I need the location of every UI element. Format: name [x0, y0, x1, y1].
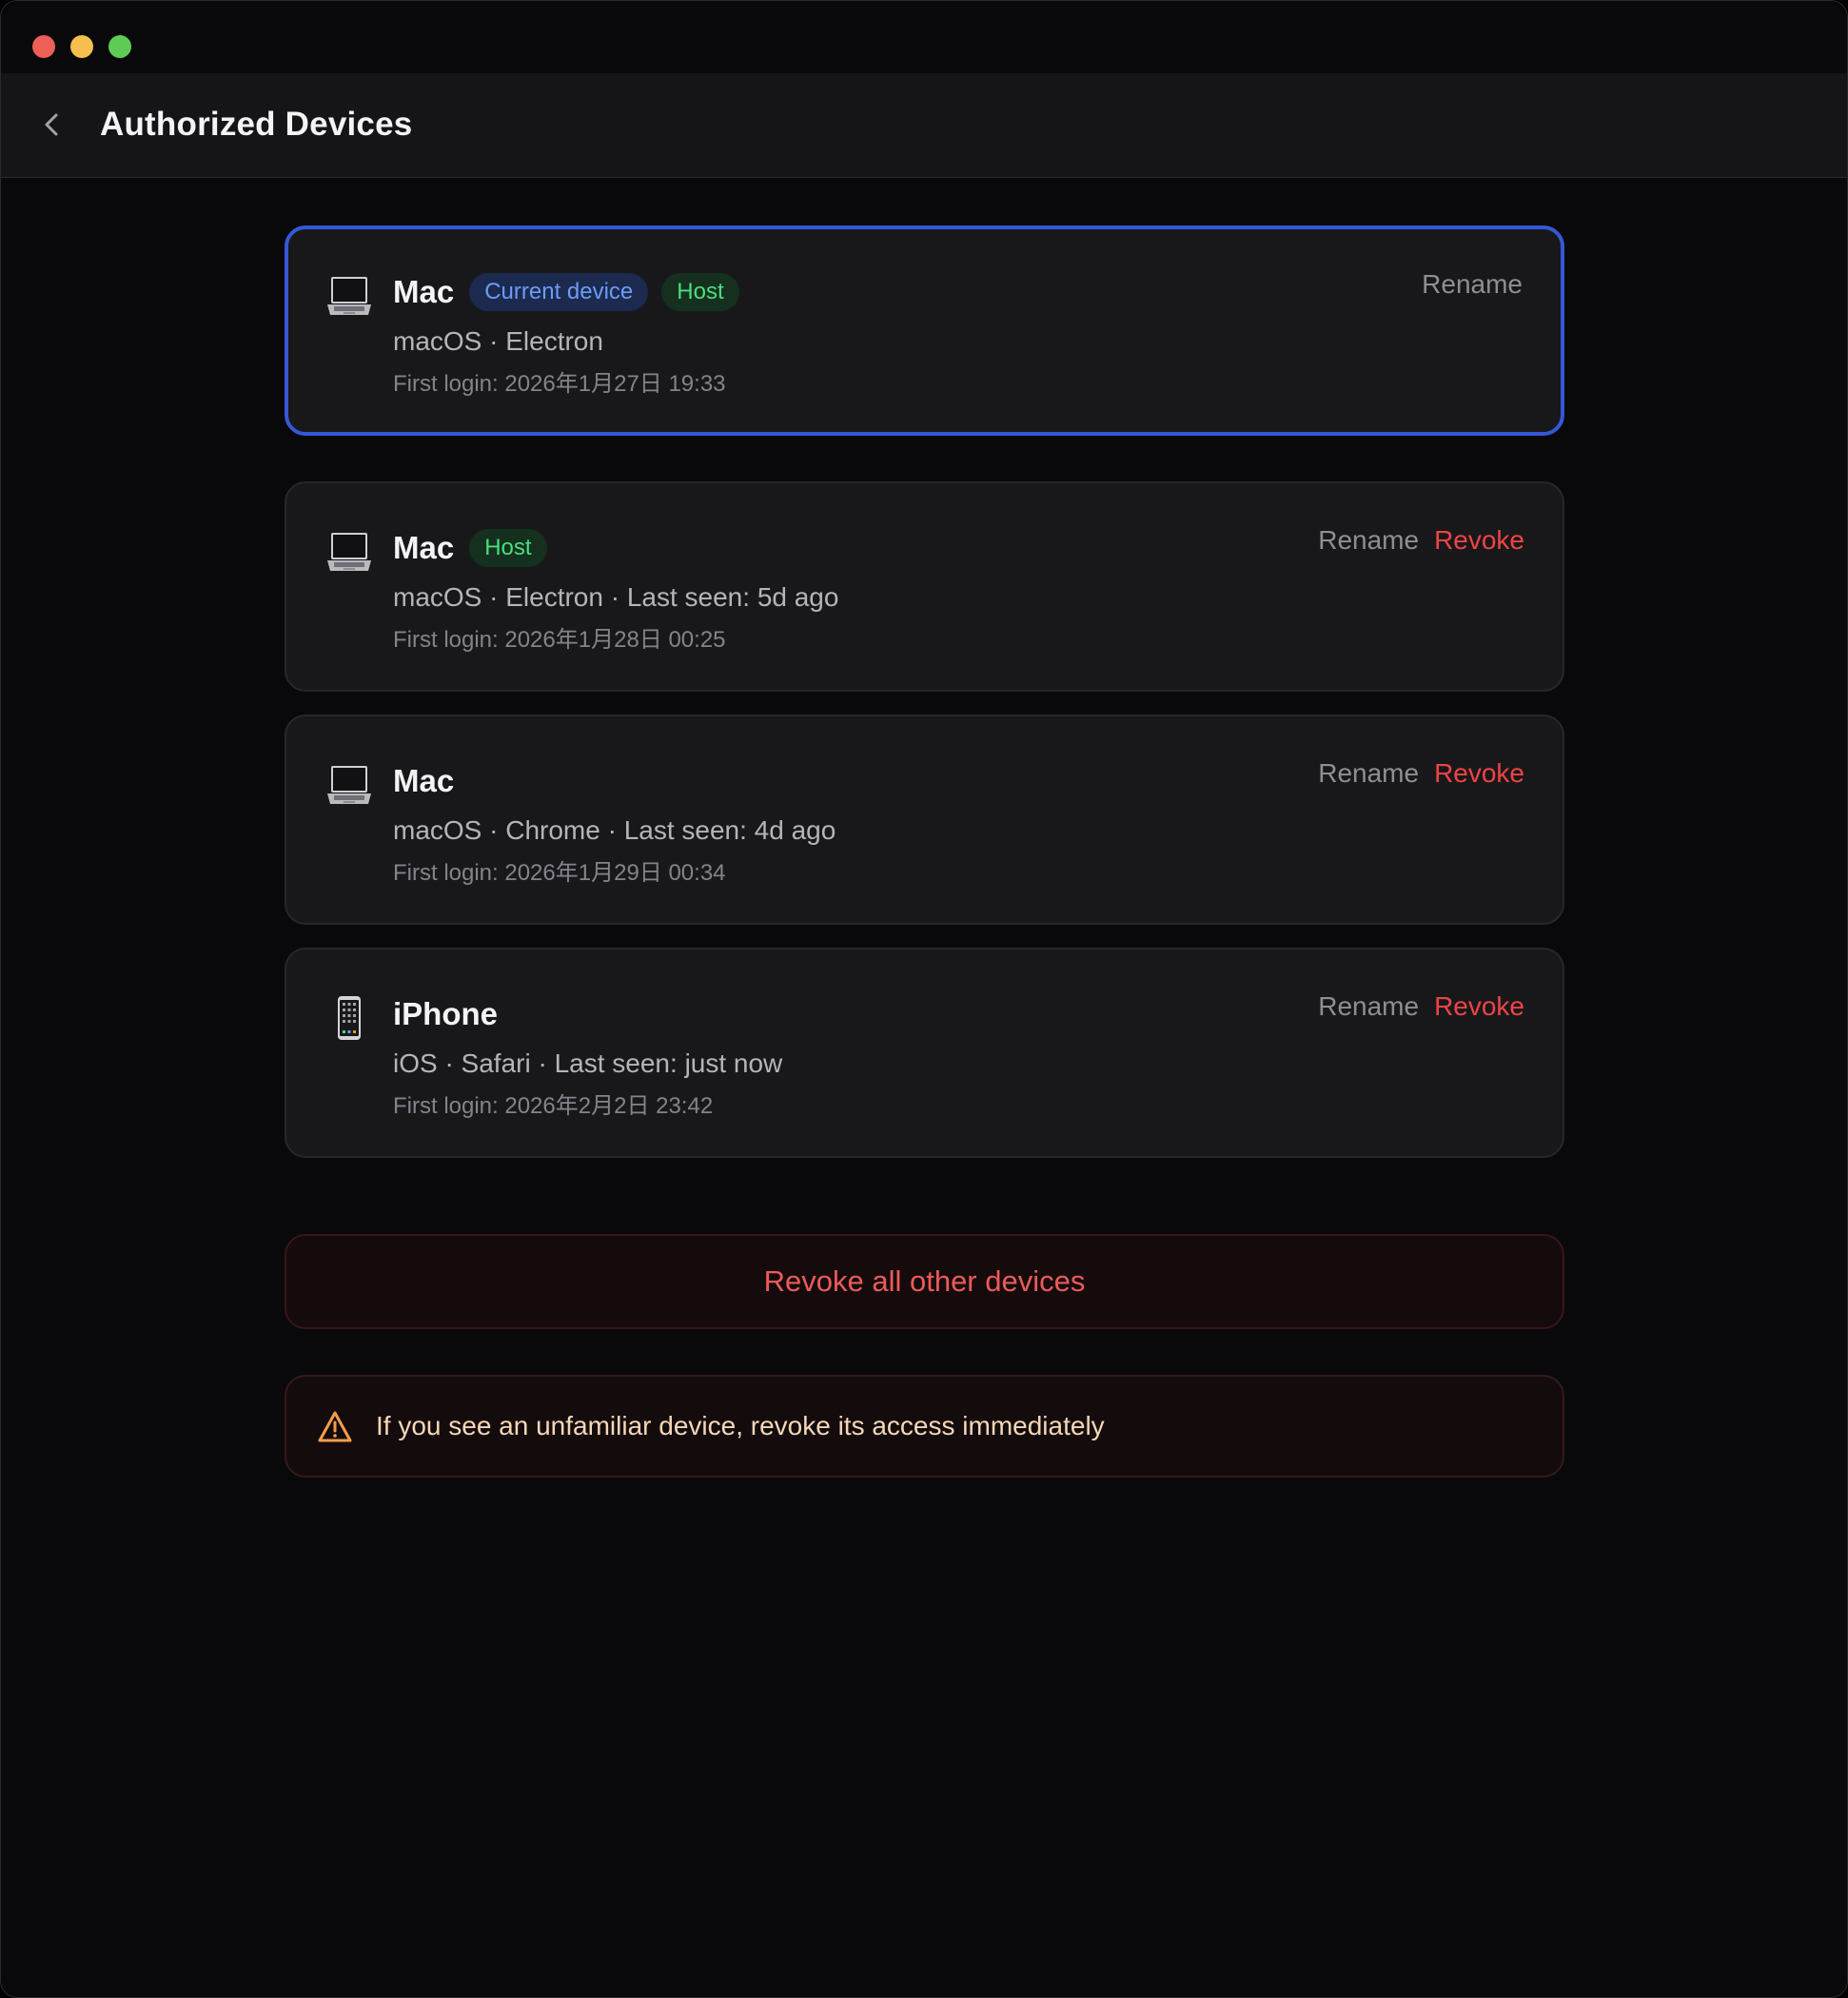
revoke-button[interactable]: Revoke [1434, 988, 1524, 1026]
titlebar [1, 1, 1847, 73]
revoke-all-button[interactable]: Revoke all other devices [285, 1234, 1564, 1329]
device-meta: macOS · Electron [393, 326, 603, 356]
device-meta: iOS · Safari · Last seen: just now [393, 1048, 783, 1078]
current-device-badge: Current device [469, 273, 649, 311]
device-actions: Rename Revoke [1318, 988, 1524, 1026]
minimize-window-button[interactable] [70, 35, 93, 58]
rename-button[interactable]: Rename [1422, 265, 1523, 304]
device-info: Mac Host macOS · Electron · Last seen: 5… [393, 525, 838, 655]
laptop-icon [326, 529, 372, 575]
first-login: First login: 2026年1月28日 00:25 [393, 627, 726, 653]
revoke-button[interactable]: Revoke [1434, 754, 1524, 793]
device-info: Mac Current device Host macOS · Electron… [393, 269, 753, 399]
device-actions: Rename [1422, 265, 1523, 304]
first-login: First login: 2026年1月27日 19:33 [393, 371, 726, 397]
close-window-button[interactable] [32, 35, 55, 58]
chevron-left-icon [45, 113, 58, 136]
device-card: iPhone iOS · Safari · Last seen: just no… [285, 948, 1564, 1158]
device-actions: Rename Revoke [1318, 521, 1524, 559]
page-title: Authorized Devices [100, 106, 413, 143]
device-meta: macOS · Chrome · Last seen: 4d ago [393, 815, 836, 845]
rename-button[interactable]: Rename [1318, 754, 1419, 793]
device-card-current: Mac Current device Host macOS · Electron… [285, 225, 1564, 436]
device-name: Mac [393, 763, 455, 798]
laptop-icon [326, 273, 372, 319]
rename-button[interactable]: Rename [1318, 988, 1419, 1026]
host-badge: Host [469, 529, 547, 567]
device-card: Mac Host macOS · Electron · Last seen: 5… [285, 481, 1564, 692]
device-info: iPhone iOS · Safari · Last seen: just no… [393, 991, 782, 1121]
warning-banner: If you see an unfamiliar device, revoke … [285, 1375, 1564, 1478]
app-window: Authorized Devices Mac Current device Ho… [0, 0, 1848, 1998]
device-name: iPhone [393, 996, 499, 1031]
device-list: Mac Current device Host macOS · Electron… [285, 225, 1564, 1181]
revoke-button[interactable]: Revoke [1434, 521, 1524, 559]
warning-text: If you see an unfamiliar device, revoke … [376, 1411, 1105, 1440]
host-badge: Host [661, 273, 739, 311]
device-name: Mac [393, 530, 455, 565]
first-login: First login: 2026年1月29日 00:34 [393, 860, 726, 886]
page-header: Authorized Devices [1, 73, 1847, 178]
first-login: First login: 2026年2月2日 23:42 [393, 1093, 714, 1119]
zoom-window-button[interactable] [108, 35, 131, 58]
device-actions: Rename Revoke [1318, 754, 1524, 793]
device-name: Mac [393, 274, 455, 309]
warning-triangle-icon [317, 1409, 353, 1445]
rename-button[interactable]: Rename [1318, 521, 1419, 559]
laptop-icon [326, 762, 372, 808]
back-button[interactable] [35, 104, 69, 146]
device-info: Mac macOS · Chrome · Last seen: 4d ago F… [393, 758, 836, 888]
phone-icon [326, 995, 372, 1041]
device-card: Mac macOS · Chrome · Last seen: 4d ago F… [285, 715, 1564, 925]
device-meta: macOS · Electron · Last seen: 5d ago [393, 582, 839, 612]
